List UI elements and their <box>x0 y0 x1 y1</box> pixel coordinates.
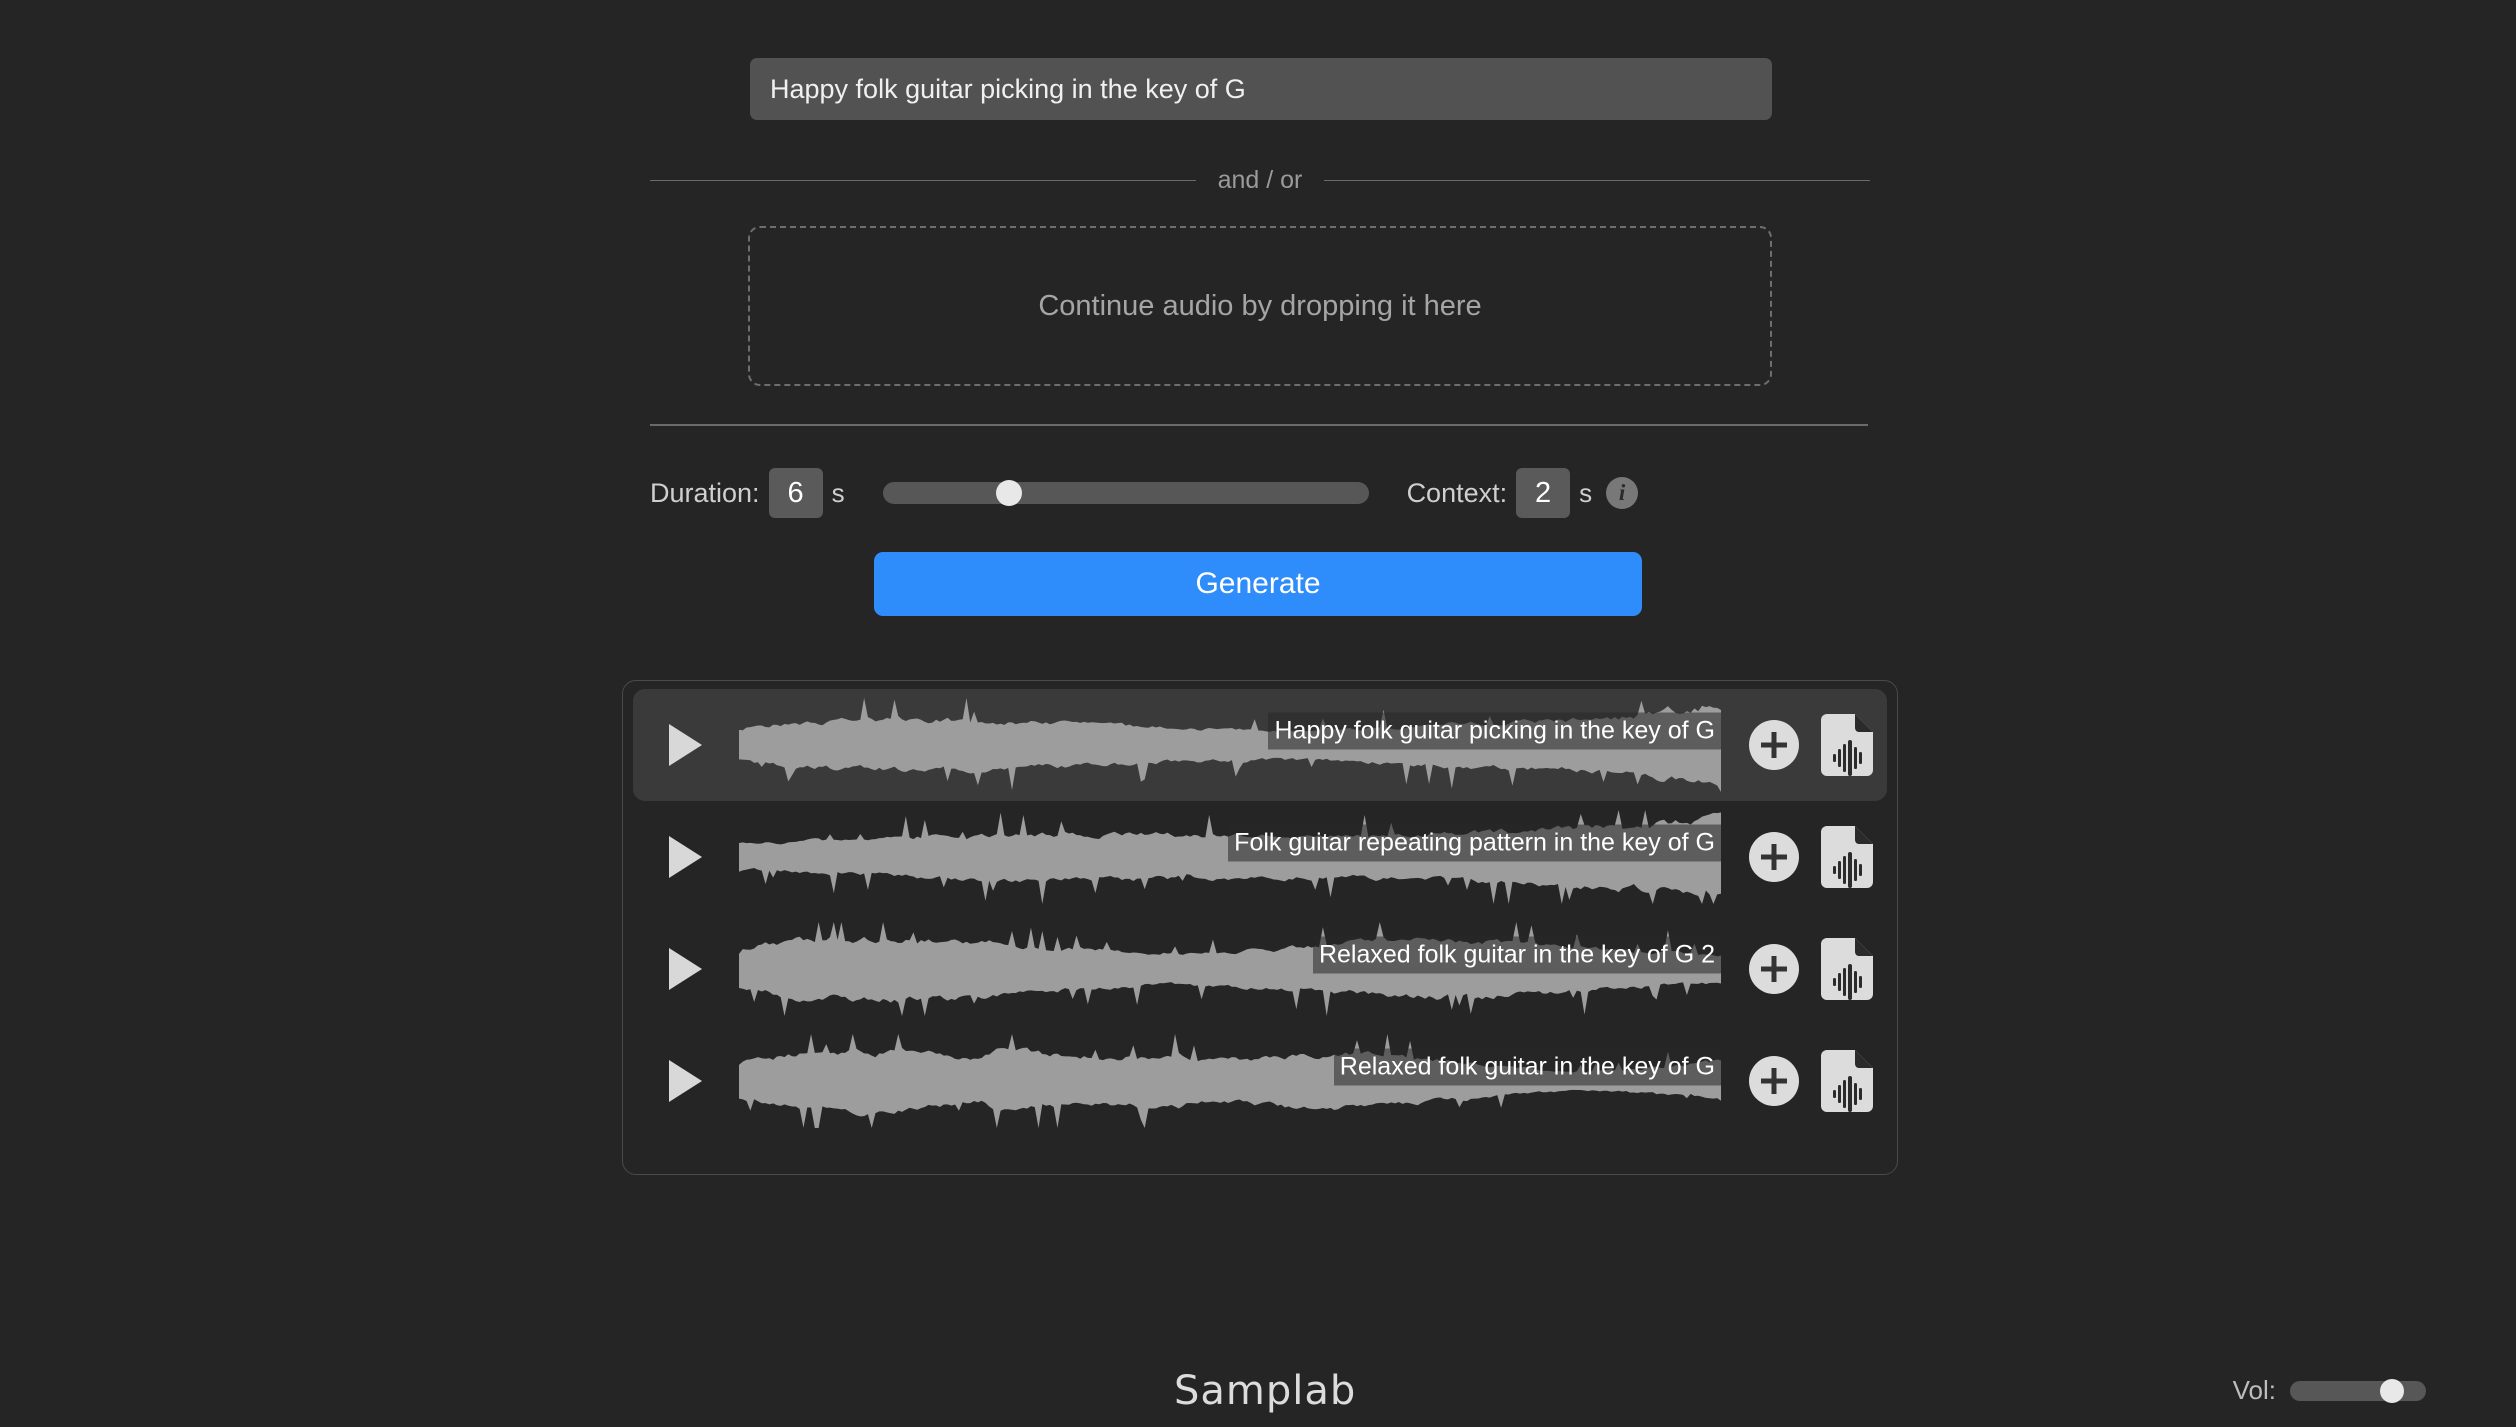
play-icon[interactable] <box>657 941 713 997</box>
play-icon[interactable] <box>657 1053 713 1109</box>
audio-dropzone[interactable]: Continue audio by dropping it here <box>748 226 1772 386</box>
duration-context-row: Duration: s Context: s i <box>650 455 1870 531</box>
result-label: Relaxed folk guitar in the key of G 2 <box>1312 936 1721 974</box>
duration-input[interactable] <box>768 468 823 518</box>
audio-file-icon[interactable] <box>1821 938 1873 1000</box>
prompt-input[interactable] <box>750 58 1772 120</box>
plus-icon[interactable] <box>1749 1056 1799 1106</box>
result-row[interactable]: Relaxed folk guitar in the key of G 2 <box>633 913 1887 1025</box>
and-or-divider: and / or <box>650 160 1870 200</box>
result-label: Happy folk guitar picking in the key of … <box>1268 712 1721 750</box>
duration-unit: s <box>831 477 845 508</box>
result-label: Relaxed folk guitar in the key of G <box>1333 1048 1721 1086</box>
volume-slider-thumb[interactable] <box>2380 1378 2404 1403</box>
divider-line-left <box>650 179 1196 181</box>
result-row[interactable]: Happy folk guitar picking in the key of … <box>633 689 1887 801</box>
duration-slider[interactable] <box>882 480 1369 506</box>
play-icon[interactable] <box>657 829 713 885</box>
samplab-logo: Samplab <box>1174 1368 1357 1414</box>
play-icon[interactable] <box>657 717 713 773</box>
plus-icon[interactable] <box>1749 720 1799 770</box>
plus-icon[interactable] <box>1749 944 1799 994</box>
result-row[interactable]: Relaxed folk guitar in the key of G <box>633 1025 1887 1137</box>
result-label: Folk guitar repeating pattern in the key… <box>1228 824 1721 862</box>
divider-line-right <box>1324 179 1870 181</box>
context-label: Context: <box>1406 477 1508 508</box>
results-panel: Happy folk guitar picking in the key of … <box>622 680 1898 1175</box>
audio-file-icon[interactable] <box>1821 1050 1873 1112</box>
dropzone-label: Continue audio by dropping it here <box>1038 289 1482 322</box>
and-or-label: and / or <box>1217 165 1303 194</box>
duration-slider-thumb[interactable] <box>995 480 1022 506</box>
context-input[interactable] <box>1516 468 1571 518</box>
plus-icon[interactable] <box>1749 832 1799 882</box>
volume-slider[interactable] <box>2290 1378 2426 1403</box>
context-unit: s <box>1579 477 1593 508</box>
generate-button[interactable]: Generate <box>874 552 1642 616</box>
duration-label: Duration: <box>650 477 760 508</box>
app-root: and / or Continue audio by dropping it h… <box>0 0 2516 1427</box>
audio-file-icon[interactable] <box>1821 714 1873 776</box>
waveform[interactable]: Relaxed folk guitar in the key of G <box>739 1033 1721 1129</box>
volume-label: Vol: <box>2232 1375 2276 1405</box>
info-icon[interactable]: i <box>1606 477 1639 509</box>
waveform[interactable]: Relaxed folk guitar in the key of G 2 <box>739 921 1721 1017</box>
result-row[interactable]: Folk guitar repeating pattern in the key… <box>633 801 1887 913</box>
section-divider <box>650 424 1868 426</box>
audio-file-icon[interactable] <box>1821 826 1873 888</box>
prompt-row <box>750 58 1772 120</box>
waveform[interactable]: Folk guitar repeating pattern in the key… <box>739 809 1721 905</box>
waveform[interactable]: Happy folk guitar picking in the key of … <box>739 697 1721 793</box>
volume-group: Vol: <box>2233 1375 2426 1406</box>
